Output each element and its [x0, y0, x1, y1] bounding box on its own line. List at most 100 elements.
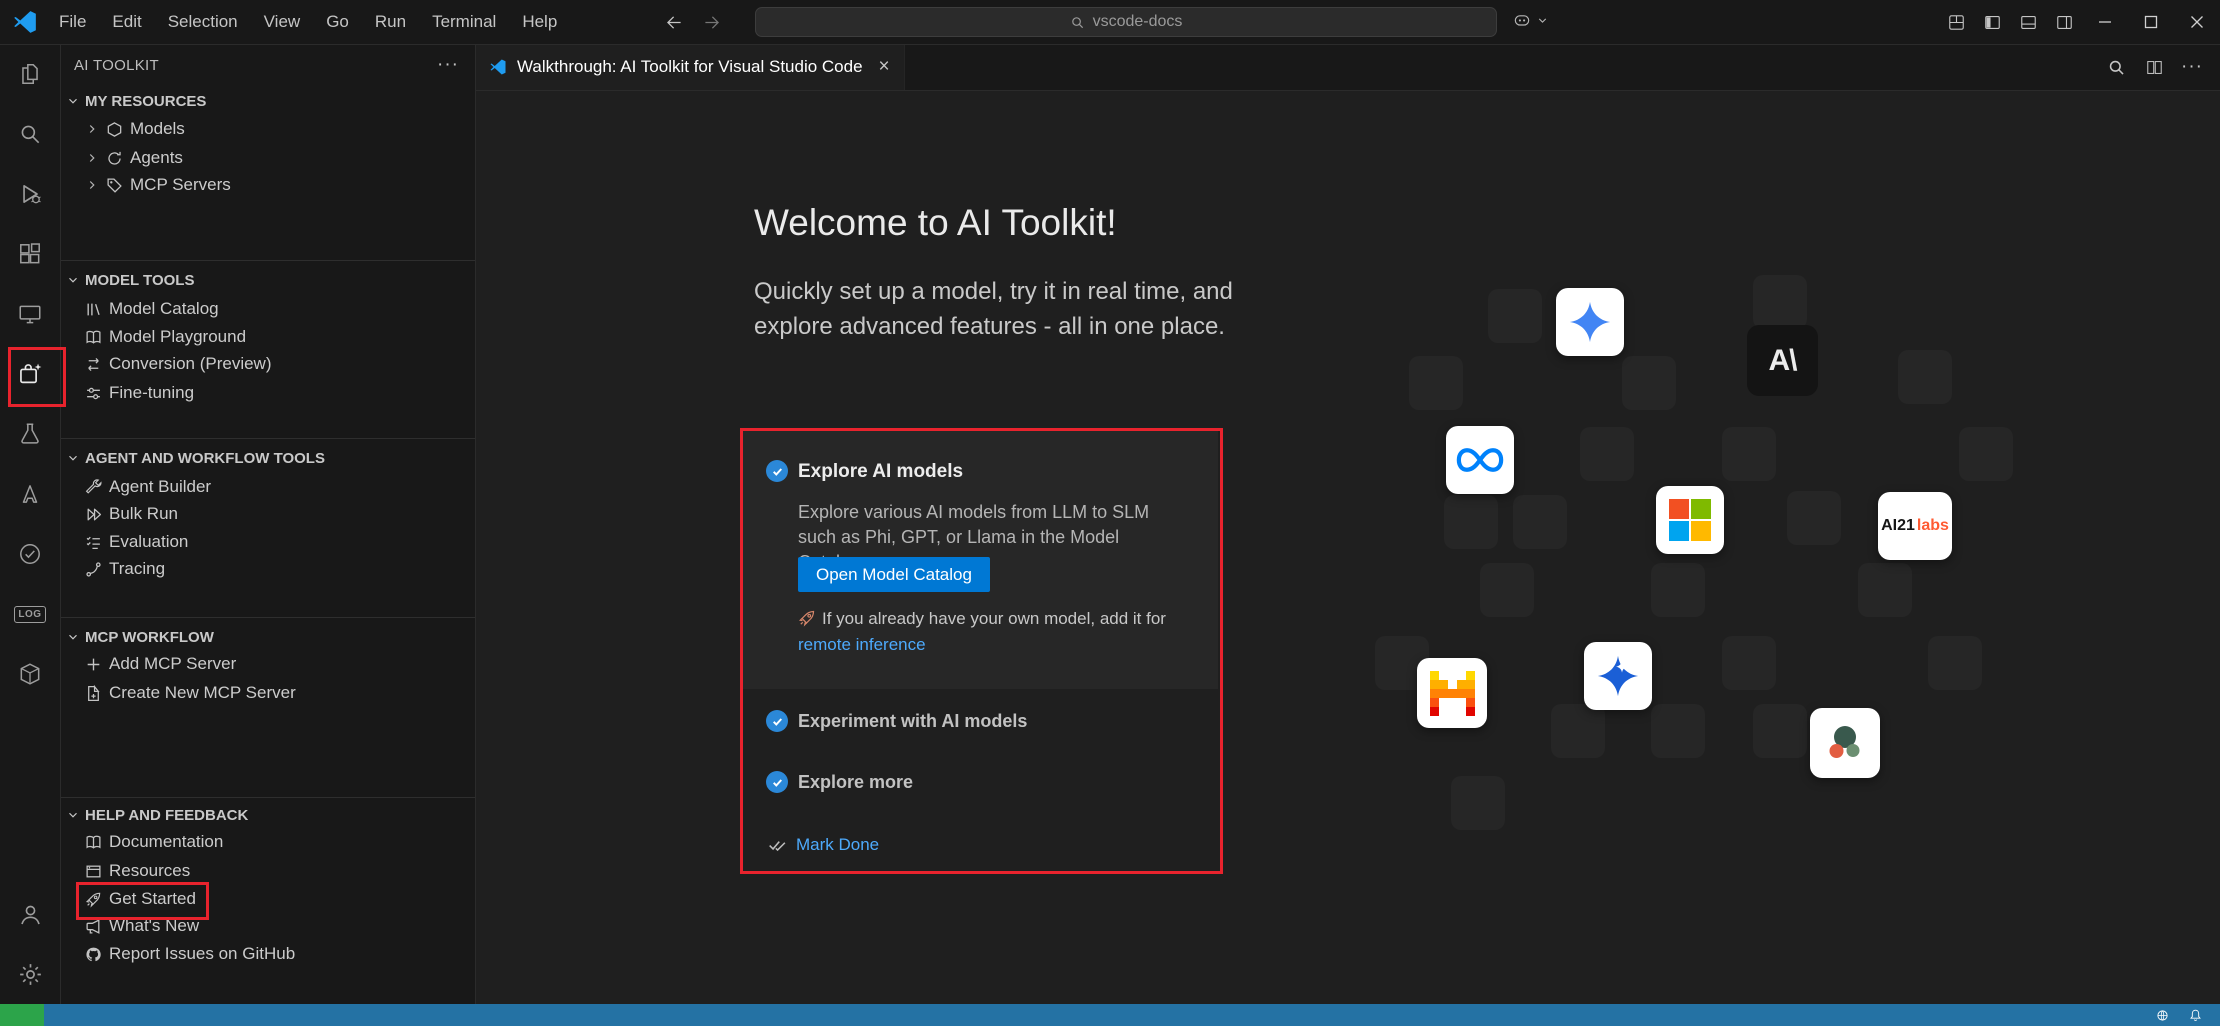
decor-tile [1753, 275, 1807, 329]
sidebar-item-models[interactable]: Models [60, 115, 475, 143]
decor-tile [1451, 776, 1505, 830]
sidebar-item-whats-new[interactable]: What's New [60, 912, 475, 940]
meta-logo [1446, 426, 1514, 494]
decor-tile [1858, 563, 1912, 617]
sidebar-item-report-issues[interactable]: Report Issues on GitHub [60, 940, 475, 968]
sidebar-item-evaluation[interactable]: Evaluation [60, 528, 475, 556]
menu-terminal[interactable]: Terminal [419, 0, 509, 44]
sidebar-item-documentation[interactable]: Documentation [60, 828, 475, 856]
step-checked-icon[interactable] [766, 460, 788, 482]
sidebar-item-mcp-servers[interactable]: MCP Servers [60, 171, 475, 199]
more-actions-icon[interactable]: ··· [437, 54, 459, 76]
find-icon[interactable] [2100, 51, 2132, 83]
command-center-text: vscode-docs [1093, 13, 1183, 31]
output-log-icon[interactable]: LOG [0, 584, 60, 644]
models-icon [106, 121, 123, 138]
sidebar-item-bulk-run[interactable]: Bulk Run [60, 500, 475, 528]
model-catalog-icon [85, 301, 102, 318]
sidebar-item-conversion[interactable]: Conversion (Preview) [60, 350, 475, 378]
toggle-primary-sidebar-button[interactable] [1974, 0, 2010, 44]
forward-button[interactable] [701, 12, 722, 33]
sidebar-item-model-playground[interactable]: Model Playground [60, 323, 475, 351]
ai-toolkit-icon[interactable] [0, 344, 60, 404]
menu-edit[interactable]: Edit [99, 0, 154, 44]
model-playground-icon [85, 329, 102, 346]
chevron-down-icon [66, 451, 80, 465]
accounts-icon[interactable] [0, 884, 60, 944]
back-button[interactable] [664, 12, 685, 33]
decor-tile [1722, 636, 1776, 690]
rocket-icon [85, 891, 102, 908]
anthropic-logo: A\ [1747, 325, 1818, 396]
split-editor-icon[interactable] [2138, 51, 2170, 83]
menu-view[interactable]: View [251, 0, 314, 44]
sidebar-item-model-catalog[interactable]: Model Catalog [60, 295, 475, 323]
step-checked-icon[interactable] [766, 771, 788, 793]
checks-icon[interactable] [0, 524, 60, 584]
fine-tuning-icon [85, 385, 102, 402]
title-bar: File Edit Selection View Go Run Terminal… [0, 0, 2220, 45]
section-mcp-workflow[interactable]: MCP WORKFLOW [60, 623, 475, 651]
toggle-panel-button[interactable] [2010, 0, 2046, 44]
minimize-button[interactable] [2082, 0, 2128, 44]
mark-done-button[interactable]: Mark Done [768, 835, 879, 855]
chevron-down-icon [66, 630, 80, 644]
section-help-feedback[interactable]: HELP AND FEEDBACK [60, 801, 475, 829]
beaker-icon[interactable] [0, 404, 60, 464]
sidebar-item-agents[interactable]: Agents [60, 144, 475, 172]
section-my-resources[interactable]: MY RESOURCES [60, 87, 475, 115]
step-note: If you already have your own model, add … [798, 606, 1200, 658]
step-checked-icon[interactable] [766, 710, 788, 732]
sidebar-item-get-started[interactable]: Get Started [60, 885, 475, 913]
extensions-icon[interactable] [0, 224, 60, 284]
dev-container-icon[interactable] [0, 644, 60, 704]
command-center-search[interactable]: vscode-docs [755, 7, 1497, 37]
remote-inference-link[interactable]: remote inference [798, 635, 926, 654]
sidebar-item-resources[interactable]: Resources [60, 857, 475, 885]
ai-assistant-icon[interactable] [0, 464, 60, 524]
sidebar-item-add-mcp-server[interactable]: Add MCP Server [60, 650, 475, 678]
menu-help[interactable]: Help [509, 0, 570, 44]
sidebar-item-agent-builder[interactable]: Agent Builder [60, 473, 475, 501]
ports-globe-icon[interactable] [2154, 1007, 2171, 1024]
menu-run[interactable]: Run [362, 0, 419, 44]
step-explore-ai-models[interactable]: Explore AI models Explore various AI mod… [742, 430, 1218, 689]
ai21-labs-logo: AI21labs [1878, 492, 1952, 560]
close-button[interactable] [2174, 0, 2220, 44]
decor-tile [1898, 350, 1952, 404]
decor-tile [1444, 495, 1498, 549]
remote-explorer-icon[interactable] [0, 284, 60, 344]
section-model-tools[interactable]: MODEL TOOLS [60, 266, 475, 294]
sidebar-item-create-new-mcp-server[interactable]: Create New MCP Server [60, 679, 475, 707]
copilot-menu-button[interactable] [1512, 10, 1549, 30]
remote-indicator[interactable] [0, 1004, 44, 1026]
tab-walkthrough[interactable]: Walkthrough: AI Toolkit for Visual Studi… [475, 44, 905, 90]
editor-more-actions-icon[interactable]: ··· [2176, 51, 2208, 83]
meta-infinity-icon [1454, 443, 1506, 477]
menu-file[interactable]: File [46, 0, 99, 44]
megaphone-icon [85, 918, 102, 935]
toggle-secondary-sidebar-button[interactable] [2046, 0, 2082, 44]
menu-go[interactable]: Go [313, 0, 362, 44]
bulk-run-icon [85, 506, 102, 523]
maximize-button[interactable] [2128, 0, 2174, 44]
resources-icon [85, 863, 102, 880]
status-bar [0, 1004, 2220, 1026]
sidebar-item-tracing[interactable]: Tracing [60, 555, 475, 583]
run-and-debug-icon[interactable] [0, 164, 60, 224]
sidebar-item-fine-tuning[interactable]: Fine-tuning [60, 379, 475, 407]
decor-tile [1551, 704, 1605, 758]
open-model-catalog-button[interactable]: Open Model Catalog [798, 557, 990, 592]
explorer-icon[interactable] [0, 44, 60, 104]
menu-selection[interactable]: Selection [155, 0, 251, 44]
customize-layout-button[interactable] [1938, 0, 1974, 44]
chevron-down-icon [66, 94, 80, 108]
settings-gear-icon[interactable] [0, 944, 60, 1004]
search-view-icon[interactable] [0, 104, 60, 164]
tab-close-icon[interactable]: × [879, 56, 890, 78]
mcp-servers-icon [106, 177, 123, 194]
section-agent-workflow-tools[interactable]: AGENT AND WORKFLOW TOOLS [60, 444, 475, 472]
decor-tile [1928, 636, 1982, 690]
notifications-bell-icon[interactable] [2187, 1007, 2204, 1024]
chevron-down-icon [66, 808, 80, 822]
